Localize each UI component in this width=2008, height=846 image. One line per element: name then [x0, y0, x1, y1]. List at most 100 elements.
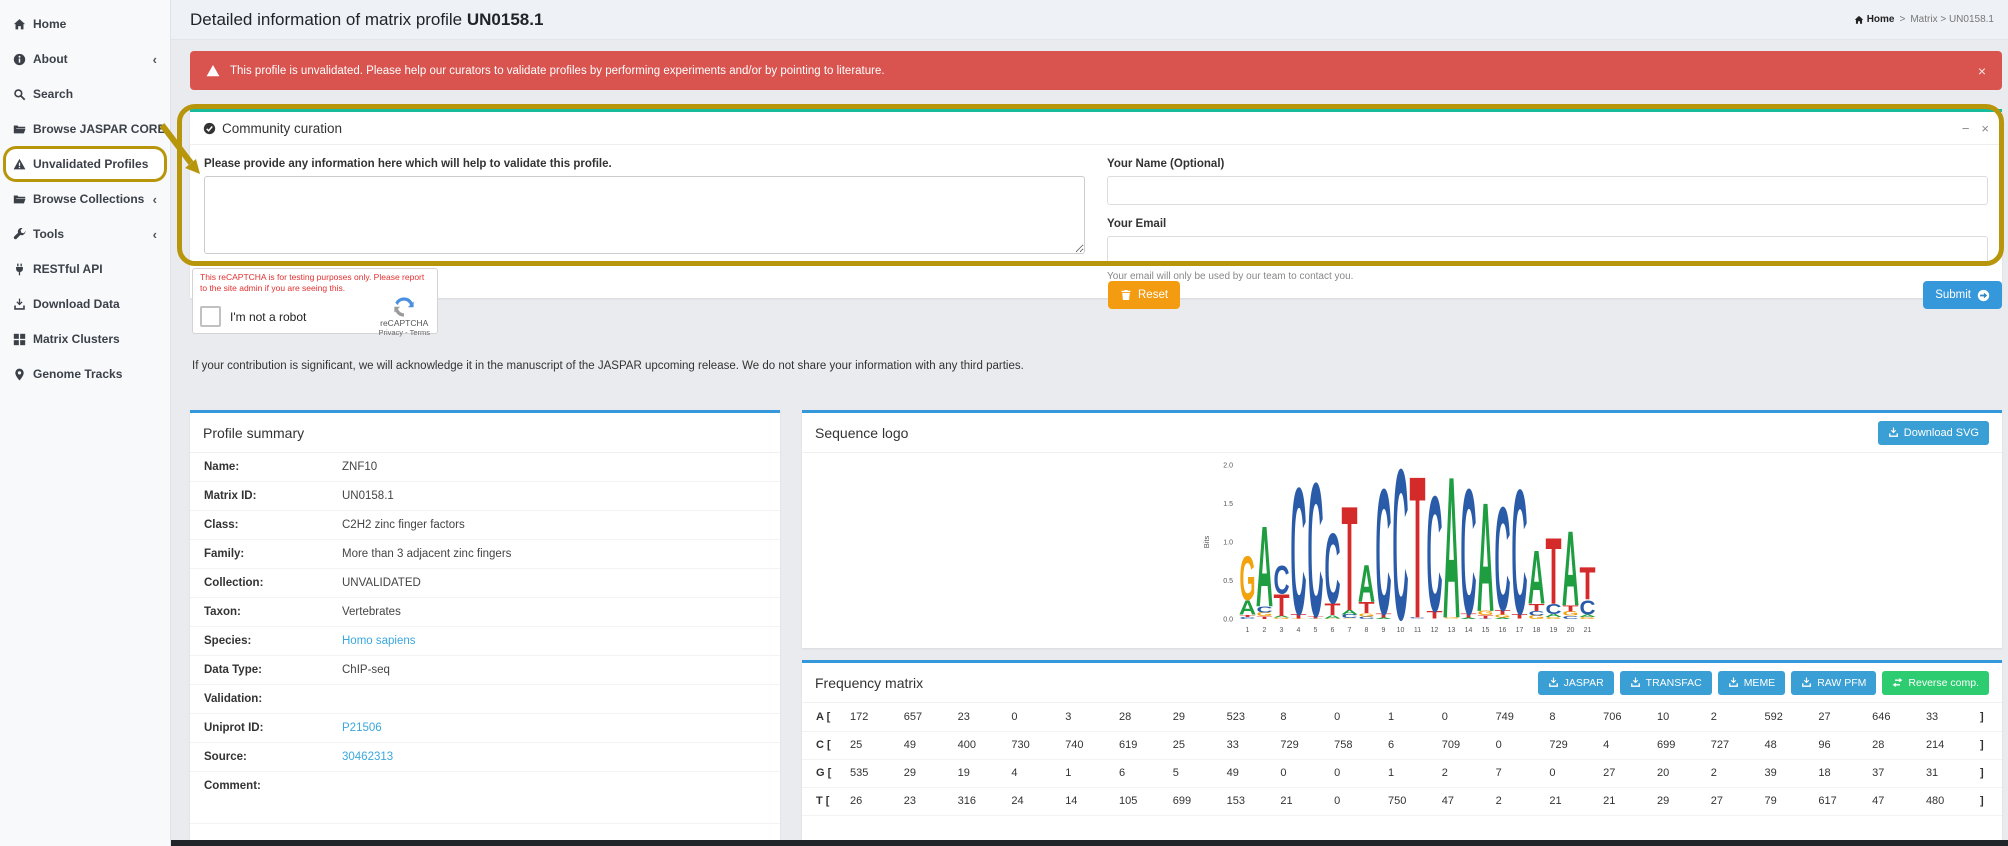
recaptcha-checkbox[interactable]	[200, 306, 221, 327]
matrix-cell: 2	[1707, 703, 1761, 731]
email-field[interactable]	[1107, 236, 1988, 265]
matrix-cell: 706	[1599, 703, 1653, 731]
curation-textarea-label: Please provide any information here whic…	[204, 158, 1085, 170]
sidebar-item-matrix-clusters[interactable]: Matrix Clusters	[6, 324, 164, 354]
sidebar-item-restful-api[interactable]: RESTful API	[6, 254, 164, 284]
matrix-cell: 49	[1223, 759, 1277, 787]
matrix-cell: 523	[1223, 703, 1277, 731]
matrix-row-C: C [2549400730740619253372975867090729469…	[802, 731, 2002, 759]
matrix-cell: 29	[900, 759, 954, 787]
svg-text:C: C	[1494, 477, 1510, 641]
submit-button[interactable]: Submit	[1923, 281, 2002, 309]
profile-row-label: Class:	[190, 519, 342, 531]
arrow-right-circle-icon	[1977, 289, 1990, 302]
curation-left-column: Please provide any information here whic…	[204, 158, 1085, 282]
profile-row-value-link[interactable]: Homo sapiens	[342, 635, 416, 647]
svg-text:T: T	[1579, 558, 1595, 610]
profile-summary-panel: Profile summary Name:ZNF10Matrix ID:UN01…	[190, 410, 780, 840]
svg-text:0.0: 0.0	[1223, 617, 1233, 624]
reverse-complement-button[interactable]: Reverse comp.	[1882, 671, 1989, 695]
sidebar-item-about[interactable]: About‹	[6, 44, 164, 74]
jaspar-download-button[interactable]: JASPAR	[1538, 671, 1614, 695]
alert-close-icon[interactable]: ×	[1978, 63, 1986, 79]
trash-icon	[1120, 289, 1132, 301]
matrix-cell: 49	[900, 731, 954, 759]
matrix-row-label: G [	[802, 759, 846, 787]
svg-text:Bits: Bits	[1202, 536, 1211, 549]
breadcrumb-path: Matrix > UN0158.1	[1910, 14, 1994, 25]
matrix-cell: 25	[1169, 731, 1223, 759]
profile-row-value: UN0158.1	[342, 490, 394, 502]
recaptcha-icon	[393, 296, 415, 318]
page-title: Detailed information of matrix profile U…	[190, 10, 543, 30]
profile-row-label: Taxon:	[190, 606, 342, 618]
sidebar-item-search[interactable]: Search	[6, 79, 164, 109]
raw-pfm-download-button[interactable]: RAW PFM	[1791, 671, 1876, 695]
svg-text:C: C	[1273, 558, 1289, 602]
profile-row-value-link[interactable]: P21506	[342, 722, 382, 734]
matrix-cell: 18	[1814, 759, 1868, 787]
check-circle-icon	[203, 122, 216, 135]
matrix-cell: 758	[1330, 731, 1384, 759]
sidebar-item-label: Unvalidated Profiles	[33, 157, 148, 171]
matrix-cell: 27	[1599, 759, 1653, 787]
meme-download-button[interactable]: MEME	[1718, 671, 1786, 695]
matrix-cell: 740	[1061, 731, 1115, 759]
svg-text:C: C	[1307, 459, 1323, 641]
breadcrumb-home-link[interactable]: Home	[1854, 14, 1895, 25]
sidebar-item-tools[interactable]: Tools‹	[6, 219, 164, 249]
sidebar-item-unvalidated-profiles[interactable]: Unvalidated Profiles	[6, 149, 164, 179]
profile-row-value-link[interactable]: 30462313	[342, 751, 393, 763]
grid-icon	[13, 333, 26, 346]
matrix-cell: 646	[1868, 703, 1922, 731]
profile-row-label: Source:	[190, 751, 342, 763]
matrix-cell: 0	[1007, 703, 1061, 731]
matrix-cell: 27	[1814, 703, 1868, 731]
svg-text:10: 10	[1396, 627, 1404, 634]
minimize-icon[interactable]: −	[1962, 121, 1970, 136]
matrix-cell: 26	[846, 787, 900, 815]
sidebar-item-label: Download Data	[33, 297, 120, 311]
svg-text:A: A	[1357, 554, 1374, 613]
matrix-cell: 20	[1653, 759, 1707, 787]
matrix-row-A: A [1726572303282952380107498706102592276…	[802, 703, 2002, 731]
download-icon	[1548, 677, 1559, 688]
frequency-matrix-header: Frequency matrix JASPARTRANSFACMEMERAW P…	[802, 663, 2002, 703]
profile-summary-title: Profile summary	[203, 425, 304, 441]
name-field[interactable]	[1107, 176, 1988, 205]
transfac-download-button[interactable]: TRANSFAC	[1620, 671, 1712, 695]
download-icon	[13, 298, 26, 311]
sidebar-item-browse-jaspar-core[interactable]: Browse JASPAR CORE	[6, 114, 164, 144]
curation-textarea[interactable]	[204, 176, 1085, 254]
matrix-cell: 316	[954, 787, 1008, 815]
matrix-cell: 0	[1545, 759, 1599, 787]
sidebar-item-download-data[interactable]: Download Data	[6, 289, 164, 319]
matrix-cell: 29	[1653, 787, 1707, 815]
matrix-cell: 749	[1492, 703, 1546, 731]
profile-row-name: Name:ZNF10	[190, 453, 780, 482]
matrix-row-label: A [	[802, 703, 846, 731]
matrix-cell: 617	[1814, 787, 1868, 815]
download-icon	[1630, 677, 1641, 688]
matrix-cell: 21	[1599, 787, 1653, 815]
svg-text:7: 7	[1347, 627, 1351, 634]
sidebar-item-home[interactable]: Home	[6, 9, 164, 39]
sidebar-item-browse-collections[interactable]: Browse Collections‹	[6, 184, 164, 214]
matrix-cell: 28	[1115, 703, 1169, 731]
svg-text:1: 1	[1245, 627, 1249, 634]
svg-text:A: A	[1442, 459, 1459, 641]
svg-text:20: 20	[1566, 627, 1574, 634]
chevron-left-icon: ‹	[153, 227, 157, 242]
reset-button[interactable]: Reset	[1108, 281, 1180, 309]
download-svg-button[interactable]: Download SVG	[1878, 421, 1989, 445]
sidebar-item-genome-tracks[interactable]: Genome Tracks	[6, 359, 164, 389]
main-content: This profile is unvalidated. Please help…	[171, 40, 2008, 846]
close-icon[interactable]: ×	[1981, 121, 1989, 136]
breadcrumb: Home > Matrix > UN0158.1	[1854, 14, 1994, 25]
recaptcha-privacy-terms-links[interactable]: Privacy - Terms	[378, 328, 430, 337]
sequence-logo-svg: 0.00.51.01.52.0BitsCTAG1TGCA2GATC3GTC4AT…	[1197, 459, 1608, 641]
profile-row-source: Source:30462313	[190, 743, 780, 772]
profile-row-data-type: Data Type:ChIP-seq	[190, 656, 780, 685]
matrix-cell: 23	[954, 703, 1008, 731]
svg-text:0.5: 0.5	[1223, 578, 1233, 585]
